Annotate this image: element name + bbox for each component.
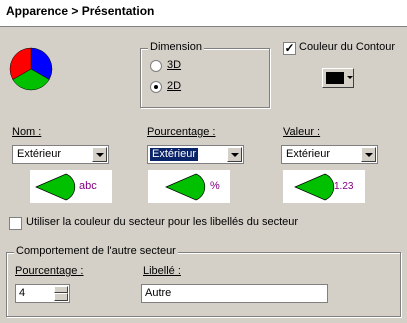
libelle-label: Libellé : bbox=[143, 265, 181, 277]
spinner-down-button[interactable] bbox=[54, 293, 68, 301]
color-picker-button[interactable] bbox=[322, 68, 354, 88]
autre-pourcentage-value: 4 bbox=[19, 287, 26, 299]
couleur-contour-label[interactable]: Couleur du Contour bbox=[299, 41, 395, 53]
valeur-preview: 1.23 bbox=[283, 170, 365, 203]
pie-slice-icon bbox=[165, 173, 206, 201]
autre-secteur-legend: Comportement de l'autre secteur bbox=[14, 245, 178, 257]
pourcentage-label: Pourcentage : bbox=[147, 126, 216, 138]
utiliser-couleur-checkbox[interactable] bbox=[9, 217, 22, 230]
nom-select[interactable]: Extérieur bbox=[12, 145, 109, 164]
header-bar: Apparence > Présentation bbox=[0, 0, 407, 27]
dimension-legend: Dimension bbox=[148, 41, 204, 53]
chevron-down-icon[interactable] bbox=[361, 147, 376, 162]
pie-chart-icon bbox=[9, 47, 53, 91]
autre-pourcentage-label: Pourcentage : bbox=[15, 265, 84, 277]
nom-preview-text: abc bbox=[79, 180, 97, 192]
radio-3d-label[interactable]: 3D bbox=[167, 59, 181, 71]
autre-pourcentage-spinner[interactable]: 4 bbox=[15, 284, 70, 303]
chevron-down-icon[interactable] bbox=[227, 147, 242, 162]
pourcentage-preview-text: % bbox=[210, 180, 220, 192]
dimension-group: Dimension bbox=[140, 41, 270, 108]
pourcentage-select[interactable]: Extérieur bbox=[147, 145, 244, 164]
pie-slice-icon bbox=[35, 173, 76, 201]
libelle-input[interactable]: Autre bbox=[141, 284, 328, 303]
couleur-contour-checkbox[interactable]: ✓ bbox=[283, 42, 296, 55]
valeur-label: Valeur : bbox=[283, 126, 321, 138]
nom-preview: abc bbox=[30, 170, 112, 203]
nom-label: Nom : bbox=[12, 126, 42, 138]
radio-3d[interactable] bbox=[150, 60, 162, 72]
pourcentage-preview: % bbox=[148, 170, 230, 203]
valeur-preview-text: 1.23 bbox=[334, 181, 354, 192]
chevron-down-icon bbox=[347, 76, 353, 79]
chevron-down-icon[interactable] bbox=[92, 147, 107, 162]
libelle-value: Autre bbox=[145, 287, 172, 299]
page-title: Apparence > Présentation bbox=[6, 4, 155, 18]
spinner-up-button[interactable] bbox=[54, 286, 68, 293]
radio-2d-label[interactable]: 2D bbox=[167, 80, 181, 92]
radio-2d[interactable] bbox=[150, 81, 162, 93]
color-swatch bbox=[326, 72, 344, 84]
utiliser-couleur-label[interactable]: Utiliser la couleur du secteur pour les … bbox=[26, 216, 298, 228]
pie-slice-icon bbox=[294, 173, 335, 201]
valeur-select[interactable]: Extérieur bbox=[281, 145, 378, 164]
